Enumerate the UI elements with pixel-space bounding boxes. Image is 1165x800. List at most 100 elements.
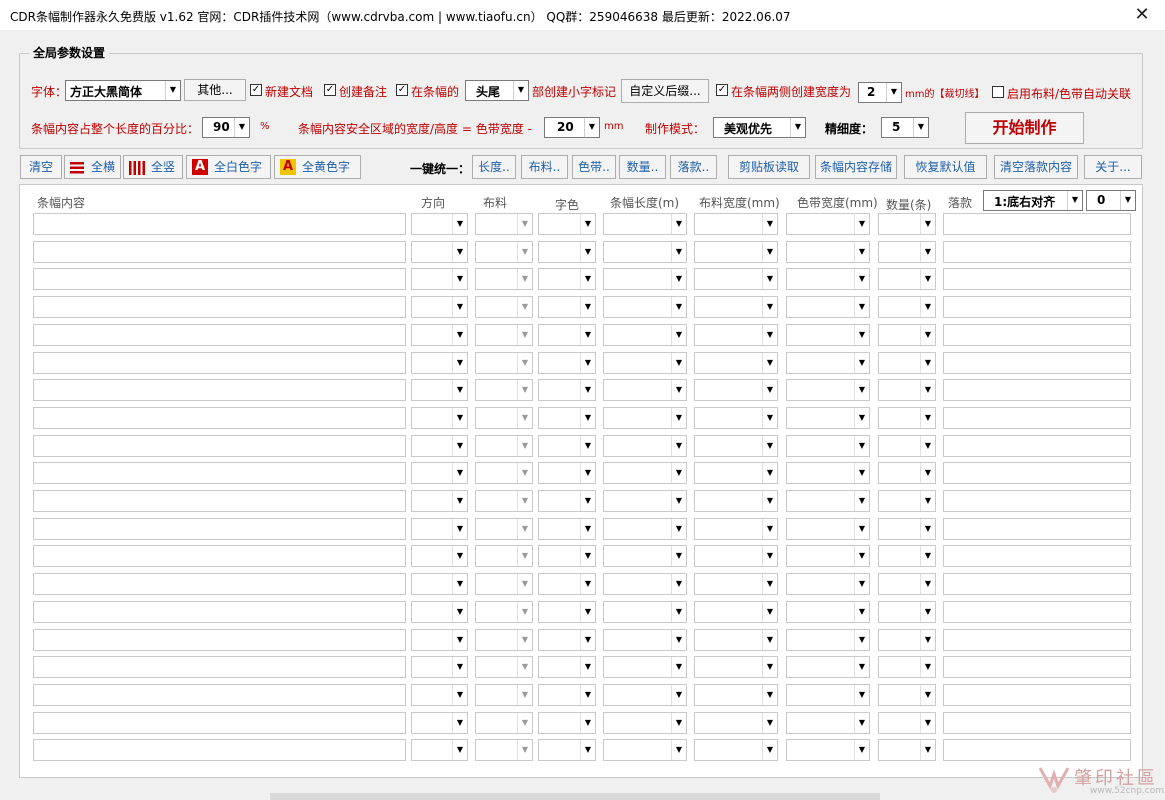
- row-length-select[interactable]: ▼: [603, 268, 687, 290]
- row-signature-input[interactable]: [943, 712, 1131, 734]
- row-text-color-select[interactable]: ▼: [538, 629, 596, 651]
- row-cloth-width-select[interactable]: ▼: [694, 241, 778, 263]
- row-text-color-select[interactable]: ▼: [538, 213, 596, 235]
- clear-button[interactable]: 清空: [20, 155, 62, 179]
- row-cloth-width-select[interactable]: ▼: [694, 407, 778, 429]
- row-signature-input[interactable]: [943, 573, 1131, 595]
- unify-signature-button[interactable]: 落款..: [670, 155, 717, 179]
- row-content-input[interactable]: [33, 213, 406, 235]
- other-font-button[interactable]: 其他...: [184, 79, 246, 101]
- unify-length-button[interactable]: 长度..: [472, 155, 516, 179]
- row-cloth-select[interactable]: ▼: [475, 684, 533, 706]
- row-signature-input[interactable]: [943, 379, 1131, 401]
- row-cloth-width-select[interactable]: ▼: [694, 601, 778, 623]
- row-quantity-select[interactable]: ▼: [878, 712, 936, 734]
- row-quantity-select[interactable]: ▼: [878, 739, 936, 761]
- row-direction-select[interactable]: ▼: [411, 545, 468, 567]
- row-content-input[interactable]: [33, 573, 406, 595]
- row-text-color-select[interactable]: ▼: [538, 712, 596, 734]
- row-ribbon-width-select[interactable]: ▼: [786, 518, 870, 540]
- row-signature-input[interactable]: [943, 324, 1131, 346]
- row-cloth-select[interactable]: ▼: [475, 407, 533, 429]
- row-direction-select[interactable]: ▼: [411, 379, 468, 401]
- row-direction-select[interactable]: ▼: [411, 268, 468, 290]
- row-signature-input[interactable]: [943, 629, 1131, 651]
- row-cloth-width-select[interactable]: ▼: [694, 739, 778, 761]
- create-note-checkbox[interactable]: ✓: [324, 84, 336, 96]
- row-direction-select[interactable]: ▼: [411, 712, 468, 734]
- row-quantity-select[interactable]: ▼: [878, 490, 936, 512]
- row-content-input[interactable]: [33, 462, 406, 484]
- all-yellow-text-button[interactable]: A 全黄色字: [274, 155, 361, 179]
- row-content-input[interactable]: [33, 379, 406, 401]
- row-ribbon-width-select[interactable]: ▼: [786, 739, 870, 761]
- row-cloth-select[interactable]: ▼: [475, 296, 533, 318]
- row-text-color-select[interactable]: ▼: [538, 407, 596, 429]
- row-cloth-select[interactable]: ▼: [475, 739, 533, 761]
- row-ribbon-width-select[interactable]: ▼: [786, 296, 870, 318]
- save-content-button[interactable]: 条幅内容存储: [815, 155, 897, 179]
- position-select[interactable]: 头尾 ▼: [465, 80, 529, 101]
- row-ribbon-width-select[interactable]: ▼: [786, 712, 870, 734]
- row-signature-input[interactable]: [943, 684, 1131, 706]
- row-quantity-select[interactable]: ▼: [878, 656, 936, 678]
- row-direction-select[interactable]: ▼: [411, 462, 468, 484]
- at-banner-checkbox[interactable]: ✓: [396, 84, 408, 96]
- all-vertical-button[interactable]: 全竖: [123, 155, 183, 179]
- row-text-color-select[interactable]: ▼: [538, 435, 596, 457]
- row-quantity-select[interactable]: ▼: [878, 268, 936, 290]
- row-length-select[interactable]: ▼: [603, 379, 687, 401]
- clipboard-read-button[interactable]: 剪贴板读取: [728, 155, 810, 179]
- row-cloth-width-select[interactable]: ▼: [694, 268, 778, 290]
- safe-area-select[interactable]: 20 ▼: [544, 117, 600, 138]
- row-cloth-select[interactable]: ▼: [475, 518, 533, 540]
- row-quantity-select[interactable]: ▼: [878, 379, 936, 401]
- start-button[interactable]: 开始制作: [965, 112, 1084, 144]
- row-signature-input[interactable]: [943, 656, 1131, 678]
- row-ribbon-width-select[interactable]: ▼: [786, 490, 870, 512]
- row-text-color-select[interactable]: ▼: [538, 656, 596, 678]
- row-text-color-select[interactable]: ▼: [538, 490, 596, 512]
- row-signature-input[interactable]: [943, 462, 1131, 484]
- row-direction-select[interactable]: ▼: [411, 352, 468, 374]
- row-cloth-select[interactable]: ▼: [475, 241, 533, 263]
- row-cloth-select[interactable]: ▼: [475, 545, 533, 567]
- row-quantity-select[interactable]: ▼: [878, 352, 936, 374]
- custom-suffix-button[interactable]: 自定义后缀...: [621, 79, 709, 103]
- row-length-select[interactable]: ▼: [603, 712, 687, 734]
- row-quantity-select[interactable]: ▼: [878, 324, 936, 346]
- signature-align-select[interactable]: 1:底右对齐 ▼: [983, 190, 1083, 211]
- row-content-input[interactable]: [33, 684, 406, 706]
- row-ribbon-width-select[interactable]: ▼: [786, 268, 870, 290]
- row-quantity-select[interactable]: ▼: [878, 573, 936, 595]
- row-text-color-select[interactable]: ▼: [538, 241, 596, 263]
- row-cloth-width-select[interactable]: ▼: [694, 352, 778, 374]
- fineness-select[interactable]: 5 ▼: [881, 117, 929, 138]
- row-cloth-select[interactable]: ▼: [475, 601, 533, 623]
- auto-link-checkbox[interactable]: [992, 86, 1004, 98]
- row-text-color-select[interactable]: ▼: [538, 324, 596, 346]
- row-cloth-width-select[interactable]: ▼: [694, 656, 778, 678]
- row-content-input[interactable]: [33, 324, 406, 346]
- restore-default-button[interactable]: 恢复默认值: [904, 155, 987, 179]
- row-ribbon-width-select[interactable]: ▼: [786, 545, 870, 567]
- row-cloth-select[interactable]: ▼: [475, 352, 533, 374]
- row-text-color-select[interactable]: ▼: [538, 379, 596, 401]
- unify-quantity-button[interactable]: 数量..: [619, 155, 666, 179]
- row-text-color-select[interactable]: ▼: [538, 684, 596, 706]
- row-ribbon-width-select[interactable]: ▼: [786, 352, 870, 374]
- mode-select[interactable]: 美观优先 ▼: [713, 117, 806, 138]
- row-cloth-select[interactable]: ▼: [475, 213, 533, 235]
- row-signature-input[interactable]: [943, 490, 1131, 512]
- row-direction-select[interactable]: ▼: [411, 601, 468, 623]
- row-quantity-select[interactable]: ▼: [878, 435, 936, 457]
- row-content-input[interactable]: [33, 545, 406, 567]
- row-signature-input[interactable]: [943, 268, 1131, 290]
- row-direction-select[interactable]: ▼: [411, 739, 468, 761]
- row-text-color-select[interactable]: ▼: [538, 352, 596, 374]
- row-length-select[interactable]: ▼: [603, 490, 687, 512]
- row-text-color-select[interactable]: ▼: [538, 268, 596, 290]
- row-quantity-select[interactable]: ▼: [878, 545, 936, 567]
- row-direction-select[interactable]: ▼: [411, 684, 468, 706]
- row-length-select[interactable]: ▼: [603, 296, 687, 318]
